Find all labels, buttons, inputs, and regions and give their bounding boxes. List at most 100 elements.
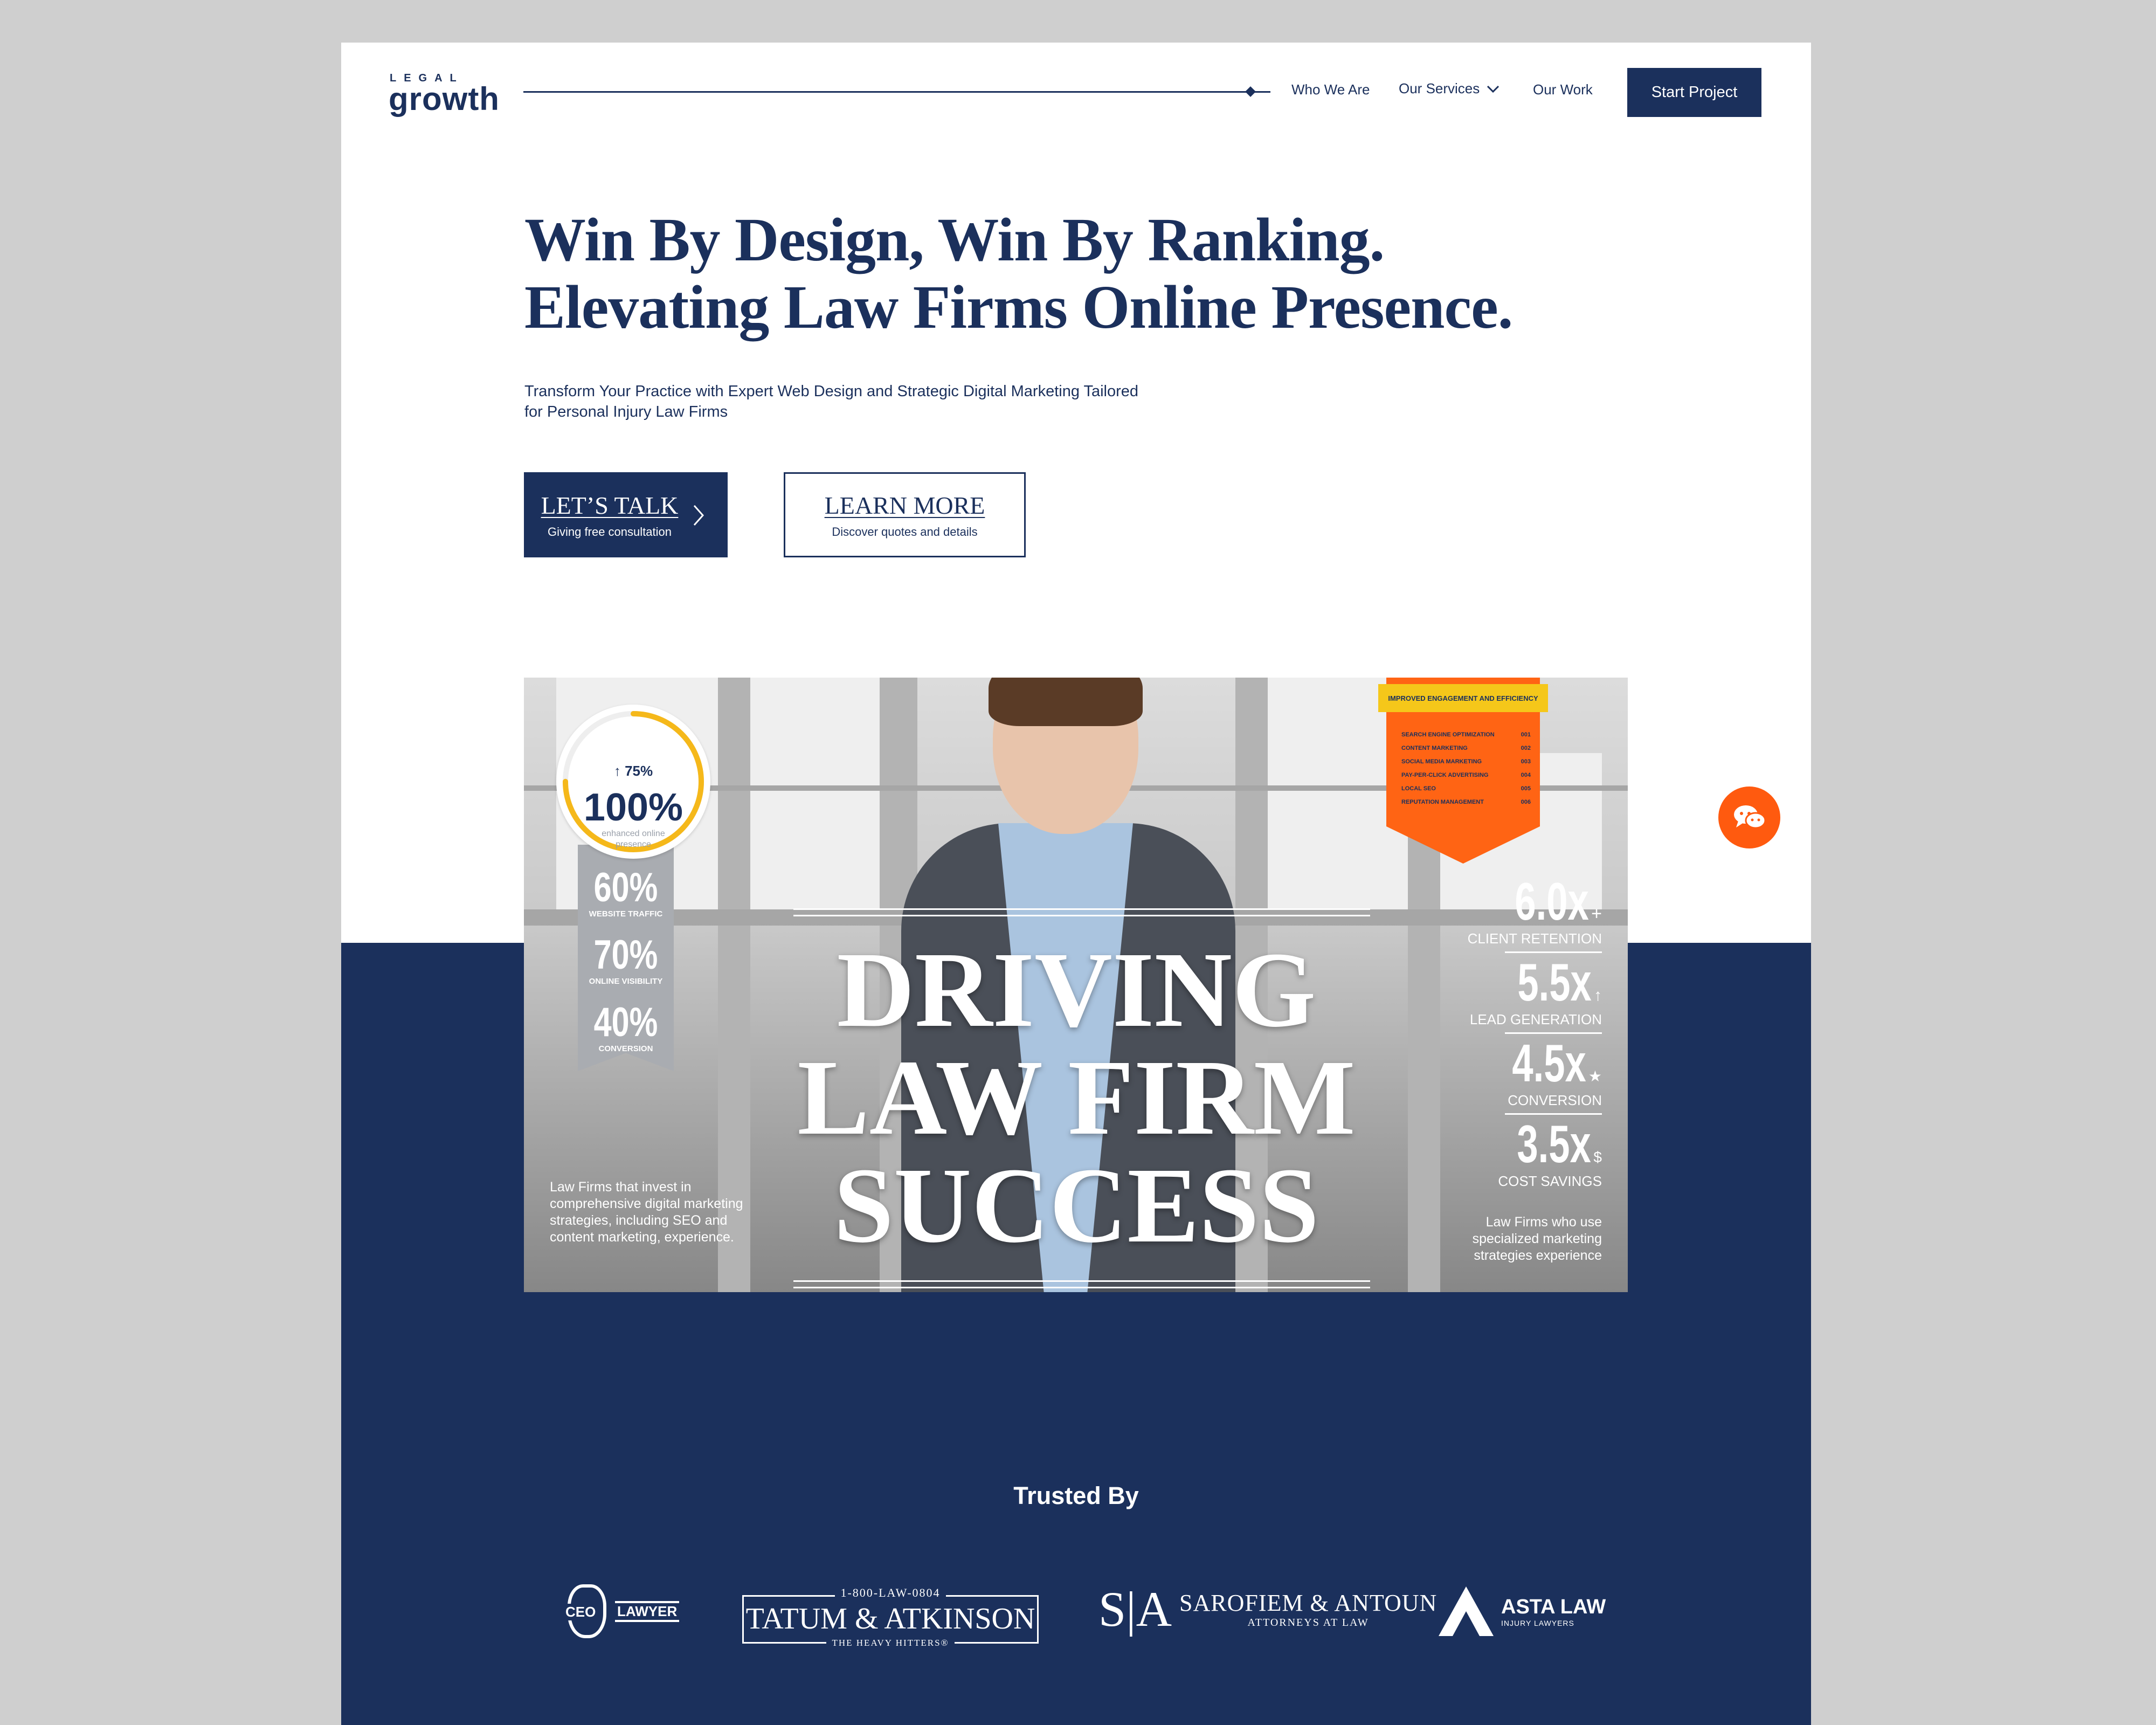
row-name: CONTENT MARKETING (1401, 745, 1468, 751)
multiplier-value: 4.5x (1512, 1033, 1586, 1093)
multiplier-value: 5.5x (1517, 953, 1592, 1012)
ceo-badge-text: CEO (564, 1604, 597, 1620)
headline-rule (793, 908, 1370, 910)
badge-label-line1: enhanced online (602, 829, 665, 838)
chat-bubbles-icon (1733, 805, 1766, 829)
person-hair (989, 678, 1143, 726)
engagement-list: SEARCH ENGINE OPTIMIZATION 001 CONTENT MA… (1401, 732, 1531, 812)
row-num: 001 (1521, 732, 1531, 738)
driving-headline: DRIVING LAW FIRM SUCCESS (772, 936, 1381, 1260)
hero-title-line1: Win By Design, Win By Ranking. (524, 205, 1385, 274)
hero-title-line2: Elevating Law Firms Online Presence. (524, 273, 1513, 341)
start-project-button[interactable]: Start Project (1627, 68, 1761, 117)
badge-label-line2: presence (616, 840, 651, 849)
arrow-up-icon: ↑ (1594, 986, 1602, 1004)
nav-our-services-label: Our Services (1399, 80, 1480, 96)
chevron-down-icon (1487, 85, 1499, 93)
headline-line3: SUCCESS (833, 1146, 1319, 1265)
learn-more-desc: Discover quotes and details (832, 525, 978, 539)
multiplier-label: COST SAVINGS (1498, 1173, 1602, 1189)
headline-rule (793, 915, 1370, 916)
page: LEGAL growth Who We Are Our Services Our… (341, 43, 1811, 1725)
sa-monogram: S|A (1098, 1582, 1172, 1637)
nav-our-services[interactable]: Our Services (1399, 80, 1500, 97)
headline-rule (793, 1280, 1370, 1282)
nav-who-we-are[interactable]: Who We Are (1291, 81, 1370, 98)
engagement-row: SOCIAL MEDIA MARKETING 003 (1401, 758, 1531, 772)
engagement-row: REPUTATION MANAGEMENT 006 (1401, 799, 1531, 812)
asta-sub: INJURY LAWYERS (1501, 1618, 1574, 1627)
multiplier-label: CLIENT RETENTION (1467, 930, 1602, 947)
nav-our-work[interactable]: Our Work (1533, 81, 1593, 98)
feature-image: DRIVING LAW FIRM SUCCESS 60% WEBSITE TRA… (524, 678, 1628, 1292)
multiplier-lead-generation: 5.5x ↑ LEAD GENERATION (1470, 955, 1602, 1034)
asta-name: ASTA LAW (1501, 1595, 1606, 1618)
learn-more-title: LEARN MORE (824, 491, 985, 519)
engagement-row: SEARCH ENGINE OPTIMIZATION 001 (1401, 732, 1531, 745)
chevron-right-icon (693, 505, 704, 526)
online-presence-badge: ↑ 75% 100% enhanced online presence (556, 705, 710, 859)
row-num: 004 (1521, 772, 1531, 778)
tatum-phone-text: 1-800-LAW-0804 (835, 1586, 946, 1599)
headline-line2: LAW FIRM (797, 1038, 1356, 1157)
stat-website-traffic: 60% WEBSITE TRAFFIC (578, 866, 674, 919)
star-icon: ★ (1588, 1068, 1602, 1085)
saro-sub: ATTORNEYS AT LAW (1247, 1617, 1369, 1629)
ceo-lawyer-text: LAWYER (615, 1600, 680, 1622)
multiplier-conversion: 4.5x ★ CONVERSION (1483, 1036, 1602, 1115)
legal-growth-logo[interactable]: LEGAL growth (389, 72, 500, 117)
header-divider-line (523, 91, 1270, 93)
hero-subtitle-line2: for Personal Injury Law Firms (524, 403, 728, 420)
engagement-row: CONTENT MARKETING 002 (1401, 745, 1531, 758)
multiplier-label: CONVERSION (1508, 1092, 1602, 1108)
asta-law-logo: ASTA LAW INJURY LAWYERS (1436, 1584, 1606, 1638)
tatum-tagline: THE HEAVY HITTERS® (744, 1638, 1037, 1648)
ceo-head-icon: CEO (564, 1584, 606, 1638)
lets-talk-button[interactable]: LET’S TALK Giving free consultation (524, 472, 728, 557)
window-pane (750, 678, 880, 909)
row-name: PAY-PER-CLICK ADVERTISING (1401, 772, 1489, 778)
multiplier-value: 6.0x (1515, 872, 1589, 931)
sarofiem-antoun-logo: S|A SAROFIEM & ANTOUN ATTORNEYS AT LAW (1098, 1584, 1437, 1634)
tatum-tagline-text: THE HEAVY HITTERS® (826, 1638, 955, 1648)
right-caption: Law Firms who use specialized marketing … (1472, 1215, 1602, 1263)
engagement-tag-label: IMPROVED ENGAGEMENT AND EFFICIENCY (1378, 684, 1548, 712)
stat-value: 70% (593, 932, 658, 978)
multiplier-label: LEAD GENERATION (1469, 1011, 1602, 1027)
stat-online-visibility: 70% ONLINE VISIBILITY (578, 934, 674, 986)
row-num: 005 (1521, 785, 1531, 792)
stat-value: 40% (593, 999, 658, 1045)
engagement-row: LOCAL SEO 005 (1401, 785, 1531, 799)
tatum-name: TATUM & ATKINSON (745, 1602, 1035, 1636)
badge-label: enhanced online presence (556, 829, 710, 850)
row-name: LOCAL SEO (1401, 785, 1436, 792)
trusted-heading: Trusted By (1013, 1482, 1139, 1509)
row-num: 002 (1521, 745, 1531, 751)
stat-conversion: 40% CONVERSION (578, 999, 674, 1054)
stat-label: CONVERSION (598, 1044, 653, 1053)
row-num: 003 (1521, 758, 1531, 765)
hero-title: Win By Design, Win By Ranking. Elevating… (524, 206, 1656, 341)
row-name: REPUTATION MANAGEMENT (1401, 799, 1484, 805)
badge-delta: ↑ 75% (613, 763, 653, 779)
learn-more-button[interactable]: LEARN MORE Discover quotes and details (784, 472, 1026, 557)
logo-big-text: growth (389, 81, 500, 117)
plus-icon: + (1591, 903, 1602, 924)
lets-talk-desc: Giving free consultation (548, 525, 672, 539)
tatum-atkinson-logo: 1-800-LAW-0804 TATUM & ATKINSON THE HEAV… (742, 1586, 1039, 1648)
headline-line1: DRIVING (837, 930, 1316, 1050)
dollar-icon: $ (1593, 1149, 1602, 1165)
multiplier-cost-savings: 3.5x $ COST SAVINGS (1488, 1117, 1602, 1190)
tatum-phone: 1-800-LAW-0804 (744, 1586, 1037, 1600)
hero-subtitle-line1: Transform Your Practice with Expert Web … (524, 383, 1139, 400)
left-caption: Law Firms that invest in comprehensive d… (550, 1179, 743, 1245)
chat-button[interactable] (1718, 786, 1780, 848)
stat-label: WEBSITE TRAFFIC (589, 909, 663, 919)
row-name: SEARCH ENGINE OPTIMIZATION (1401, 732, 1495, 738)
header-divider-dot (1245, 86, 1256, 97)
multiplier-value: 3.5x (1517, 1114, 1591, 1174)
row-num: 006 (1521, 799, 1531, 805)
multiplier-client-retention: 6.0x + CLIENT RETENTION (1468, 874, 1602, 953)
asta-triangle-icon (1439, 1586, 1494, 1636)
stat-value: 60% (593, 865, 658, 910)
